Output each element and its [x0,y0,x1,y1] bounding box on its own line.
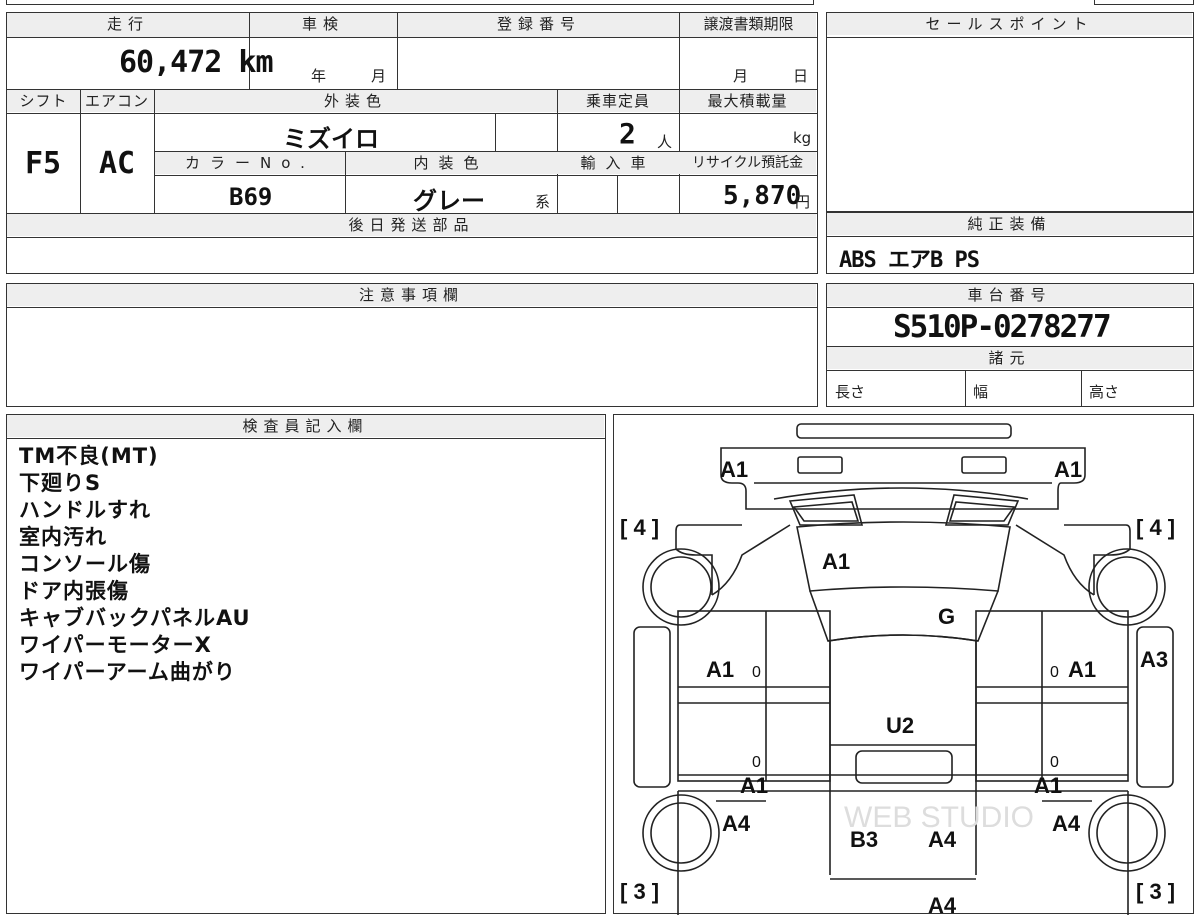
inspector-note: コンソール傷 [19,552,151,576]
mark-right-front-door: A1 [1068,657,1096,682]
ac-label: エアコン [80,90,154,112]
color-no-value: B69 [229,183,273,211]
inspector-note: ドア内張傷 [19,579,129,603]
chassis-value: S510P-0278277 [893,309,1112,345]
mark-front-right-corner: A1 [1054,457,1082,482]
inspector-note: 下廻りS [19,471,102,495]
transfer-day-unit: 日 [793,67,809,85]
tire-front-left: [ 4 ] [620,515,659,540]
inspector-note: TM不良(MT) [19,444,159,468]
tire-rear-left: [ 3 ] [620,879,659,904]
height-label: 高さ [1089,383,1120,401]
interior-color-value: グレー [413,187,485,215]
mark-hood: G [938,604,955,629]
width-label: 幅 [973,383,989,401]
inspector-notes-list: TM不良(MT) 下廻りS ハンドルすれ 室内汚れ コンソール傷 ドア内張傷 キ… [19,443,251,686]
mileage-label: 走行 [7,13,249,35]
inspection-year-unit: 年 [311,67,327,85]
genuine-equipment-value: ABS エアB PS [839,248,980,273]
mark-left-front-door: A1 [706,657,734,682]
mark-left-rear-panel: A4 [722,811,751,836]
exterior-color-value: ミズイロ [283,125,379,153]
vehicle-info-table: 走行 車検 登録番号 譲渡書類期限 60,472 km 年 月 月 日 シフト … [6,12,818,274]
mileage-value: 60,472 km [119,45,274,80]
notes-box: 注意事項欄 [6,283,818,407]
interior-color-label: 内装色 [345,152,557,174]
chassis-label: 車台番号 [827,284,1192,306]
capacity-label: 乗車定員 [557,90,679,112]
color-no-label: カラーNo. [155,152,345,174]
vehicle-diagram-box: WEB STUDIO [ 4 ] [ 4 ] [ 3 ] [ 3 ] A1 A1… [613,414,1194,915]
recycle-value: 5,870 [723,181,802,211]
transfer-month-unit: 月 [733,67,749,85]
capacity-unit: 人 [657,133,673,151]
inspector-box: 検査員記入欄 TM不良(MT) 下廻りS ハンドルすれ 室内汚れ コンソール傷 … [6,414,606,914]
inspection-month-unit: 月 [371,67,387,85]
mark-bed-right: A4 [928,827,957,852]
inspector-note: キャブバックパネルAU [19,606,251,630]
mark-right-step-zero-top: 0 [1050,664,1059,681]
recycle-label: リサイクル預託金 [679,152,816,174]
mark-left-lower-sill: A1 [740,773,768,798]
inspector-note: ワイパーアーム曲がり [19,660,236,684]
mark-roof: U2 [886,713,914,738]
inspection-label: 車検 [249,13,397,35]
mark-right-side-edge: A3 [1140,647,1168,672]
mark-front-left-corner: A1 [720,457,748,482]
mark-left-step-zero-mid: 0 [752,754,761,771]
recycle-unit: 円 [795,193,811,211]
top-strip-right [1094,0,1194,5]
inspector-note: ワイパーモーターX [19,633,212,657]
exterior-color-label: 外装色 [154,90,557,112]
registration-label: 登録番号 [397,13,681,35]
tire-rear-right: [ 3 ] [1136,879,1175,904]
mark-bed-bottom: A4 [928,893,957,915]
inspector-note: 室内汚れ [19,525,107,549]
transfer-deadline-label: 譲渡書類期限 [681,13,816,35]
shift-value: F5 [25,146,62,181]
max-load-unit: kg [793,129,812,147]
interior-color-suffix: 系 [535,193,551,211]
genuine-equipment-box: 純正装備 ABS エアB PS [826,212,1194,274]
mark-bed-left: B3 [850,827,878,852]
chassis-box: 車台番号 S510P-0278277 諸元 長さ 幅 高さ [826,283,1194,407]
import-label: 輸入車 [557,152,679,174]
capacity-value: 2 [619,117,636,150]
top-strip [6,0,814,5]
ac-value: AC [99,146,136,181]
later-parts-label: 後日発送部品 [7,214,816,236]
tire-front-right: [ 4 ] [1136,515,1175,540]
genuine-equipment-label: 純正装備 [827,213,1192,235]
mark-right-step-zero-mid: 0 [1050,754,1059,771]
mark-left-step-zero-top: 0 [752,664,761,681]
mark-windshield: A1 [822,549,850,574]
vehicle-diagram: WEB STUDIO [ 4 ] [ 4 ] [ 3 ] [ 3 ] A1 A1… [620,423,1175,915]
max-load-label: 最大積載量 [679,90,816,112]
mark-right-rear-panel: A4 [1052,811,1081,836]
inspector-note: ハンドルすれ [19,498,151,522]
shift-label: シフト [7,90,80,112]
mark-right-lower-sill: A1 [1034,773,1062,798]
length-label: 長さ [835,383,866,401]
inspector-label: 検査員記入欄 [7,415,604,437]
notes-label: 注意事項欄 [7,284,816,306]
specs-label: 諸元 [827,347,1192,369]
sales-point-label: セールスポイント [827,13,1192,35]
sales-point-box: セールスポイント [826,12,1194,212]
